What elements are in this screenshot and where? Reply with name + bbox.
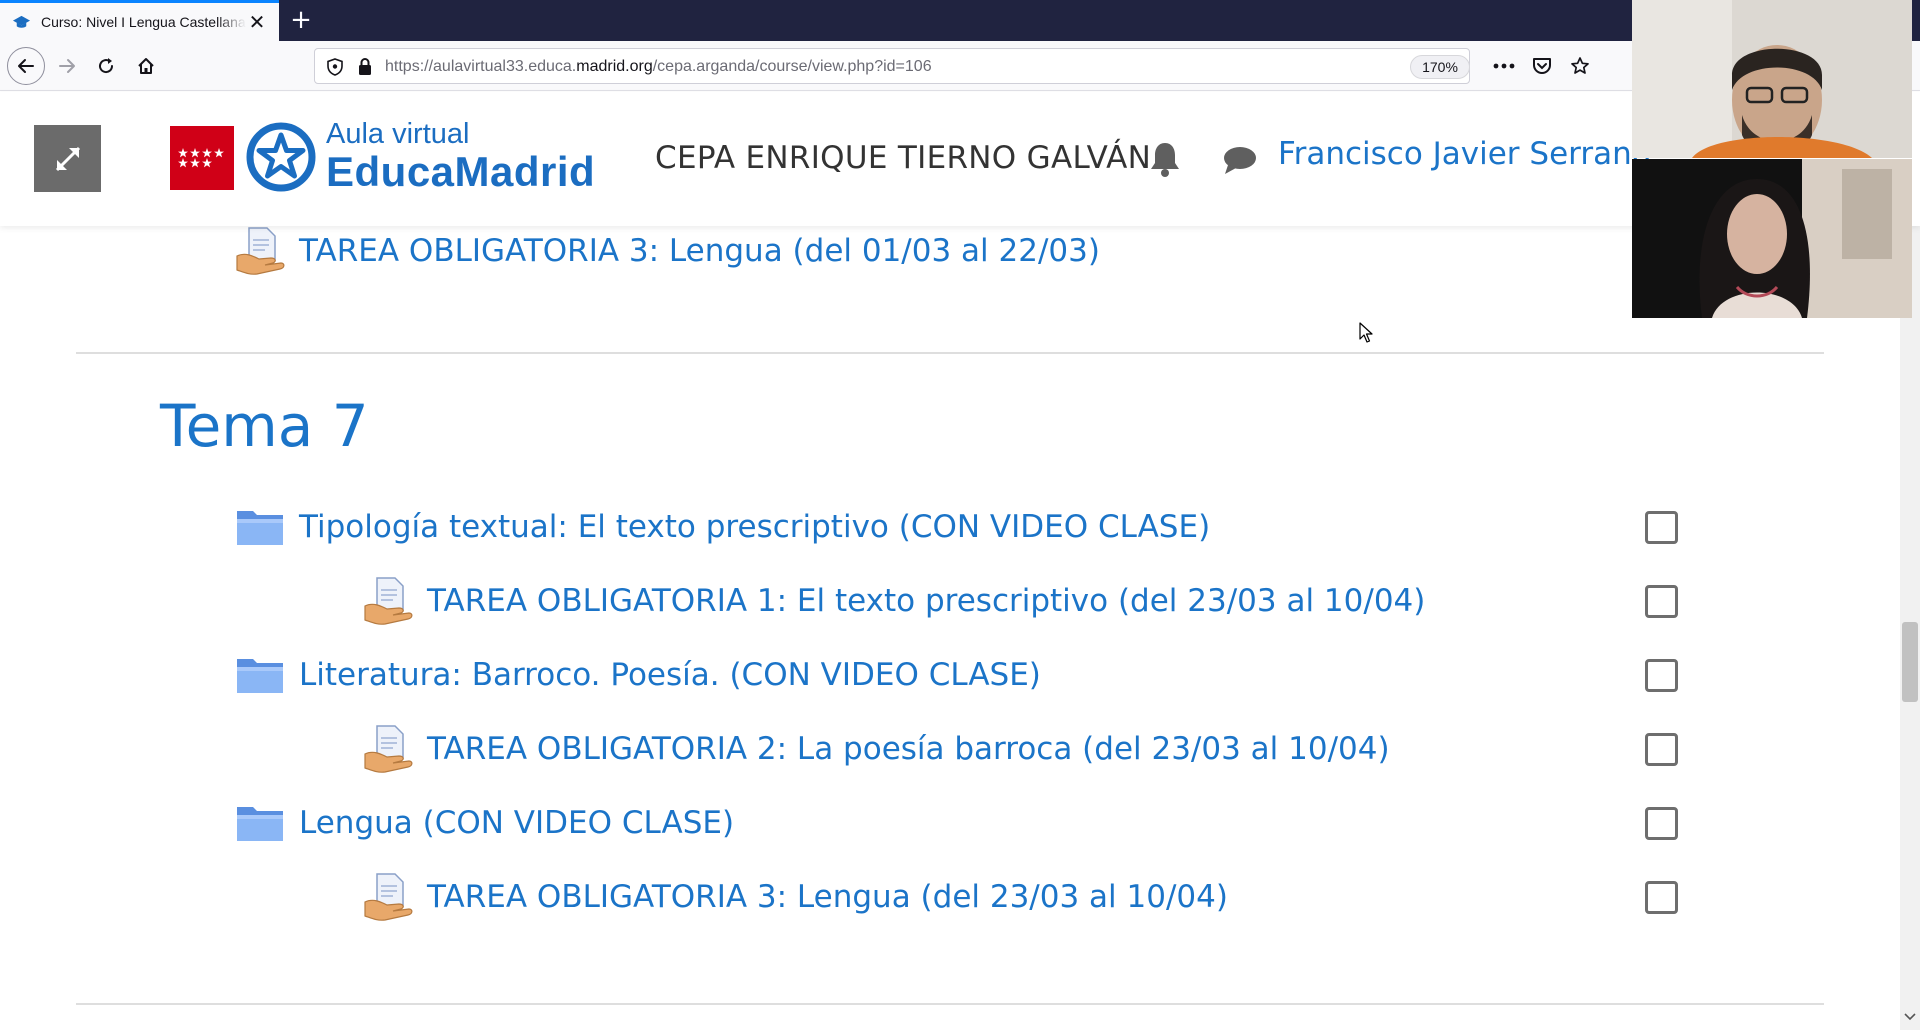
completion-checkbox[interactable] (1645, 585, 1678, 618)
url-domain: madrid.org (576, 58, 653, 75)
tracking-shield-icon[interactable] (327, 58, 343, 80)
video-participant-2 (1632, 159, 1912, 318)
bookmark-star-icon[interactable] (1568, 54, 1592, 78)
activity-assignment[interactable]: TAREA OBLIGATORIA 1: El texto prescripti… (363, 576, 1425, 626)
user-menu-name[interactable]: Francisco Javier Serrano (1278, 136, 1651, 172)
video-participant-1 (1632, 0, 1912, 158)
url-bar[interactable]: https://aulavirtual33.educa.madrid.org/c… (314, 48, 1470, 84)
activity-assignment[interactable]: TAREA OBLIGATORIA 3: Lengua (del 23/03 a… (363, 872, 1228, 922)
scrollbar-thumb[interactable] (1902, 622, 1918, 702)
fullscreen-button[interactable] (34, 125, 101, 192)
lock-icon[interactable] (357, 57, 373, 80)
arrow-right-icon (59, 59, 75, 73)
activity-assignment[interactable]: TAREA OBLIGATORIA 2: La poesía barroca (… (363, 724, 1390, 774)
activity-assignment-top[interactable]: TAREA OBLIGATORIA 3: Lengua (del 01/03 a… (235, 226, 1100, 276)
section-title: Tema 7 (160, 392, 369, 460)
completion-checkbox[interactable] (1645, 807, 1678, 840)
url-path: /cepa.arganda/course/view.php?id=106 (652, 58, 932, 75)
notifications-bell-icon[interactable] (1148, 140, 1182, 182)
home-button[interactable] (129, 49, 163, 83)
course-content: TAREA OBLIGATORIA 3: Lengua (del 01/03 a… (0, 226, 1900, 1030)
activity-link[interactable]: Tipología textual: El texto prescriptivo… (299, 509, 1210, 545)
assignment-icon (363, 724, 413, 774)
activity-link[interactable]: TAREA OBLIGATORIA 1: El texto prescripti… (427, 583, 1425, 619)
section-divider (76, 1003, 1824, 1005)
activity-folder[interactable]: Literatura: Barroco. Poesía. (CON VIDEO … (235, 650, 1041, 700)
folder-icon (235, 502, 285, 552)
scroll-down-arrow-icon[interactable] (1904, 1010, 1916, 1024)
educamadrid-star-logo[interactable] (246, 122, 316, 192)
zoom-level-button[interactable]: 170% (1410, 55, 1470, 79)
pocket-icon[interactable] (1530, 54, 1554, 78)
browser-tab-active[interactable]: Curso: Nivel I Lengua Castellana ✕ (0, 0, 279, 41)
assignment-icon (363, 576, 413, 626)
activity-link[interactable]: TAREA OBLIGATORIA 3: Lengua (del 01/03 a… (299, 233, 1100, 269)
folder-icon (235, 650, 285, 700)
reload-icon (99, 58, 114, 74)
logo-text-aula-virtual: Aula virtual (326, 118, 470, 150)
mouse-cursor-icon (1359, 322, 1375, 348)
home-icon (138, 58, 154, 74)
comunidad-madrid-flag-logo[interactable] (170, 126, 234, 190)
activity-link[interactable]: TAREA OBLIGATORIA 3: Lengua (del 23/03 a… (427, 879, 1228, 915)
folder-icon (235, 798, 285, 848)
completion-checkbox[interactable] (1645, 511, 1678, 544)
logo-text-educamadrid: EducaMadrid (326, 148, 596, 195)
new-tab-button[interactable]: + (288, 7, 314, 34)
expand-icon (55, 146, 80, 171)
close-tab-icon[interactable]: ✕ (247, 12, 267, 32)
page-actions (1492, 51, 1592, 81)
activity-link[interactable]: TAREA OBLIGATORIA 2: La poesía barroca (… (427, 731, 1390, 767)
reload-button[interactable] (89, 49, 123, 83)
assignment-icon (235, 226, 285, 276)
more-actions-icon[interactable] (1492, 54, 1516, 78)
back-button[interactable] (7, 47, 45, 85)
activity-link[interactable]: Lengua (CON VIDEO CLASE) (299, 805, 734, 841)
completion-checkbox[interactable] (1645, 881, 1678, 914)
messages-chat-icon[interactable] (1222, 144, 1258, 180)
completion-checkbox[interactable] (1645, 733, 1678, 766)
url-text[interactable]: https://aulavirtual33.educa.madrid.org/c… (385, 58, 932, 76)
assignment-icon (363, 872, 413, 922)
url-prefix: https://aulavirtual33.educa. (385, 58, 577, 75)
forward-button[interactable] (50, 49, 84, 83)
tab-title: Curso: Nivel I Lengua Castellana (41, 14, 246, 30)
arrow-left-icon (18, 59, 34, 73)
activity-folder[interactable]: Lengua (CON VIDEO CLASE) (235, 798, 734, 848)
graduation-cap-icon (12, 13, 31, 32)
site-title[interactable]: CEPA ENRIQUE TIERNO GALVÁN (655, 140, 1151, 176)
activity-folder[interactable]: Tipología textual: El texto prescriptivo… (235, 502, 1210, 552)
activity-link[interactable]: Literatura: Barroco. Poesía. (CON VIDEO … (299, 657, 1041, 693)
completion-checkbox[interactable] (1645, 659, 1678, 692)
section-divider (76, 352, 1824, 354)
